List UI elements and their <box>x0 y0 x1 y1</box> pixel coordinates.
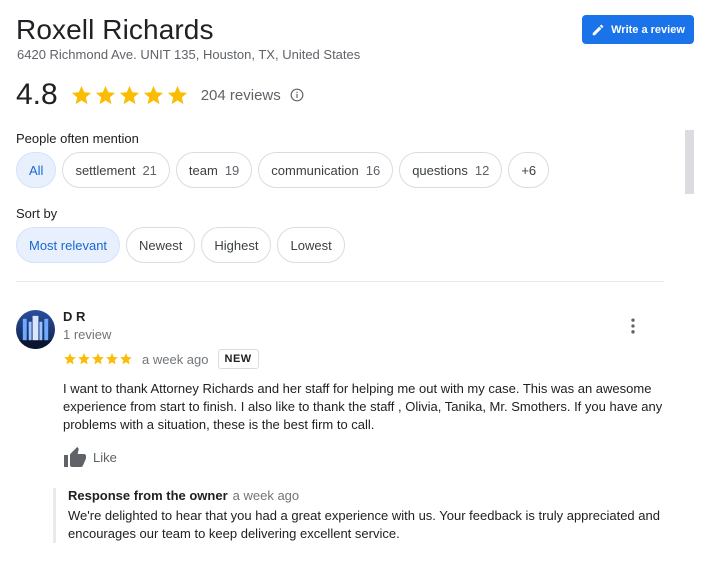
chip-team[interactable]: team 19 <box>175 152 253 188</box>
chip-all[interactable]: All <box>16 152 57 188</box>
chip-count: 21 <box>142 162 157 178</box>
chip-label: +6 <box>521 162 537 178</box>
sort-lowest[interactable]: Lowest <box>277 227 345 263</box>
chip-label: team <box>188 162 218 178</box>
chip-count: 16 <box>365 162 381 178</box>
review-meta: a week ago NEW <box>63 349 259 369</box>
chip-count: 19 <box>224 162 240 178</box>
star-icon <box>143 85 163 104</box>
mention-chips: All settlement 21 team 19 communication … <box>16 152 550 188</box>
divider <box>16 281 664 282</box>
sort-chips: Most relevant Newest Highest Lowest <box>16 227 345 263</box>
owner-response-label: Response from the owner <box>68 488 228 503</box>
star-icon <box>106 353 118 365</box>
star-icon <box>120 353 132 365</box>
owner-response-time: a week ago <box>232 488 300 503</box>
thumbs-up-icon <box>63 446 87 468</box>
chip-label: settlement <box>75 162 136 178</box>
chip-more[interactable]: +6 <box>508 152 550 188</box>
more-vert-icon <box>623 316 643 336</box>
write-review-label: Write a review <box>611 23 685 36</box>
review-text: I want to thank Attorney Richards and he… <box>63 381 663 432</box>
star-icon <box>95 85 115 104</box>
new-badge: NEW <box>217 349 259 369</box>
star-icon <box>167 85 187 104</box>
business-title: Roxell Richards <box>16 14 214 45</box>
sort-newest[interactable]: Newest <box>126 227 196 263</box>
chip-settlement[interactable]: settlement 21 <box>62 152 170 188</box>
more-options-button[interactable] <box>622 314 644 338</box>
sort-most-relevant[interactable]: Most relevant <box>16 227 121 263</box>
mentions-label: People often mention <box>16 131 139 146</box>
chip-count: 12 <box>474 162 490 178</box>
chip-label: communication <box>271 162 359 178</box>
star-icon <box>64 353 76 365</box>
reviewer-name[interactable]: D R <box>63 309 85 324</box>
chip-communication[interactable]: communication 16 <box>258 152 394 188</box>
like-label: Like <box>93 449 117 465</box>
rating-summary: 4.8 204 reviews <box>16 78 304 112</box>
scrollbar[interactable] <box>685 130 694 194</box>
rating-score: 4.8 <box>16 78 58 111</box>
sort-highest[interactable]: Highest <box>201 227 272 263</box>
rating-stars <box>70 84 189 107</box>
chip-label: All <box>29 162 44 178</box>
business-address: 6420 Richmond Ave. UNIT 135, Houston, TX… <box>17 47 361 62</box>
info-icon[interactable] <box>290 88 304 102</box>
review-time: a week ago <box>142 351 209 367</box>
owner-response: Response from the owner a week ago We're … <box>53 488 673 543</box>
write-review-button[interactable]: Write a review <box>582 15 694 44</box>
sort-label: Sort by <box>16 206 58 221</box>
chip-label: questions <box>412 162 468 178</box>
reviewer-review-count: 1 review <box>63 327 112 342</box>
star-icon <box>78 353 90 365</box>
star-icon <box>71 85 91 104</box>
owner-response-text: We're delighted to hear that you had a g… <box>68 508 660 541</box>
chip-questions[interactable]: questions 12 <box>399 152 503 188</box>
review-count: 204 reviews <box>200 86 281 104</box>
owner-response-header: Response from the owner a week ago <box>68 488 673 503</box>
star-icon <box>119 85 139 104</box>
review-stars <box>63 352 133 366</box>
pencil-icon <box>591 23 605 37</box>
star-icon <box>92 353 104 365</box>
like-button[interactable]: Like <box>63 446 117 468</box>
avatar[interactable] <box>16 310 55 349</box>
